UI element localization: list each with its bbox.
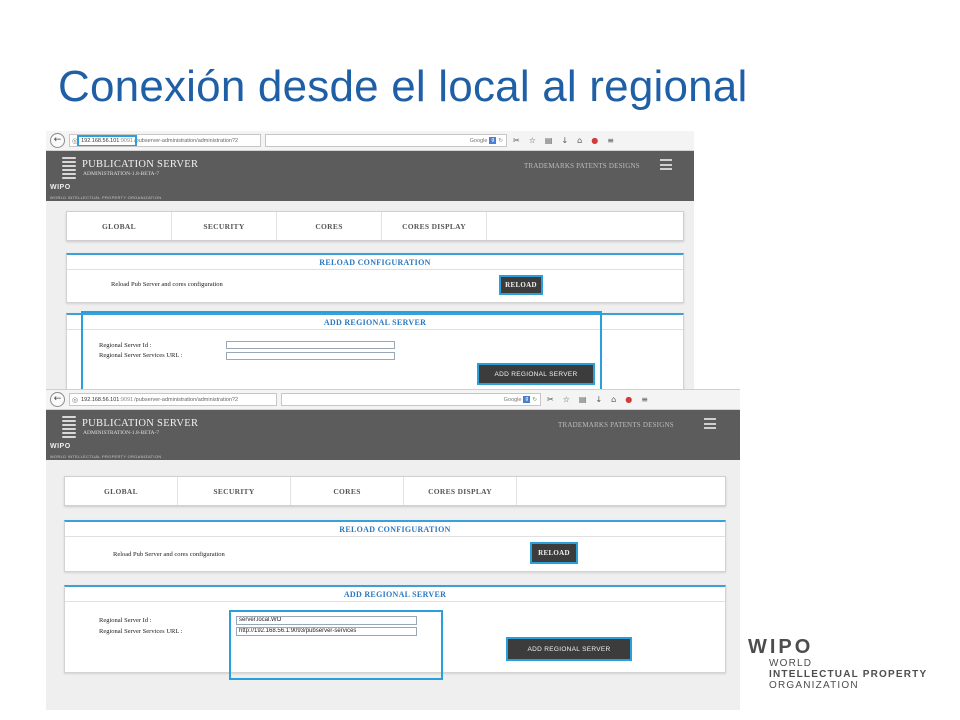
tab-global[interactable]: GLOBAL bbox=[65, 477, 178, 505]
slide-title: Conexión desde el local al regional bbox=[58, 62, 748, 111]
scissors-icon[interactable]: ✂ bbox=[513, 136, 520, 145]
highlight-box-form bbox=[81, 311, 602, 390]
search-bar[interactable]: Google g ↻ bbox=[281, 393, 541, 406]
clipboard-icon[interactable]: ▤ bbox=[579, 395, 587, 404]
clipboard-icon[interactable]: ▤ bbox=[545, 136, 553, 145]
app-header: WIPO WORLD INTELLECTUAL PROPERTY ORGANIZ… bbox=[46, 410, 740, 460]
panel-title: ADD REGIONAL SERVER bbox=[343, 590, 447, 599]
tab-global[interactable]: GLOBAL bbox=[67, 212, 172, 240]
adblock-icon[interactable]: ● bbox=[625, 395, 632, 404]
highlight-box-fields bbox=[229, 610, 443, 680]
reload-button[interactable]: RELOAD bbox=[530, 542, 578, 564]
browser-toolbar: ✂ ☆ ▤ ↓ ⌂ ● ≡ bbox=[547, 395, 657, 404]
app-version: ADMINISTRATION-1.8-BETA-7 bbox=[83, 430, 160, 436]
reload-page-icon[interactable]: ↻ bbox=[532, 397, 537, 403]
hamburger-menu-icon[interactable] bbox=[704, 418, 716, 429]
tabs-bar: GLOBAL SECURITY CORES CORES DISPLAY bbox=[64, 476, 726, 506]
app-title: PUBLICATION SERVER bbox=[82, 418, 199, 429]
search-engine-label: Google bbox=[469, 137, 488, 144]
search-engine-label: Google bbox=[503, 396, 522, 403]
wipo-brand-logo: WIPO WORLD INTELLECTUAL PROPERTY ORGANIZ… bbox=[748, 636, 948, 691]
tab-cores[interactable]: CORES bbox=[291, 477, 404, 505]
reload-description: Reload Pub Server and cores configuratio… bbox=[113, 551, 225, 558]
brand-wipo-wordmark: WIPO bbox=[748, 636, 814, 658]
search-bar[interactable]: Google g ↻ bbox=[265, 134, 507, 147]
url-bar[interactable]: ◎ 192.168.56.101:9091 /pubserver-adminis… bbox=[69, 393, 277, 406]
menu-icon[interactable]: ≡ bbox=[607, 136, 614, 145]
browser-window-local: ← ◎ 192.168.56.101:9091 /pubserver-admin… bbox=[46, 131, 694, 390]
reload-button[interactable]: RELOAD bbox=[499, 275, 543, 295]
brand-line-organization: ORGANIZATION bbox=[769, 680, 859, 691]
tab-security[interactable]: SECURITY bbox=[178, 477, 291, 505]
add-regional-server-button[interactable]: ADD REGIONAL SERVER bbox=[506, 637, 632, 661]
brand-line-intellectual-property: INTELLECTUAL PROPERTY bbox=[769, 669, 928, 680]
globe-icon: ◎ bbox=[72, 395, 79, 404]
hamburger-menu-icon[interactable] bbox=[660, 159, 672, 170]
google-icon: g bbox=[523, 396, 531, 403]
app-title: PUBLICATION SERVER bbox=[82, 159, 199, 170]
tab-cores-display[interactable]: CORES DISPLAY bbox=[404, 477, 517, 505]
tab-security[interactable]: SECURITY bbox=[172, 212, 277, 240]
star-icon[interactable]: ☆ bbox=[529, 136, 536, 145]
tab-cores-display[interactable]: CORES DISPLAY bbox=[382, 212, 487, 240]
menu-icon[interactable]: ≡ bbox=[641, 395, 648, 404]
globe-icon: ◎ bbox=[72, 136, 79, 145]
browser-toolbar: ✂ ☆ ▤ ↓ ⌂ ● ≡ bbox=[513, 136, 623, 145]
home-icon[interactable]: ⌂ bbox=[577, 136, 582, 145]
home-icon[interactable]: ⌂ bbox=[611, 395, 616, 404]
url-bar[interactable]: ◎ 192.168.56.101:9091 /pubserver-adminis… bbox=[69, 134, 261, 147]
scissors-icon[interactable]: ✂ bbox=[547, 395, 554, 404]
reload-configuration-panel: RELOAD CONFIGURATION Reload Pub Server a… bbox=[66, 253, 684, 303]
app-version: ADMINISTRATION-1.8-BETA-7 bbox=[83, 171, 160, 177]
app-header: WIPO WORLD INTELLECTUAL PROPERTY ORGANIZ… bbox=[46, 151, 694, 201]
star-icon[interactable]: ☆ bbox=[563, 395, 570, 404]
download-icon[interactable]: ↓ bbox=[561, 136, 568, 145]
panel-title: RELOAD CONFIGURATION bbox=[319, 258, 431, 267]
header-links[interactable]: TRADEMARKS PATENTS DESIGNS bbox=[558, 421, 674, 429]
header-links[interactable]: TRADEMARKS PATENTS DESIGNS bbox=[524, 162, 640, 170]
download-icon[interactable]: ↓ bbox=[595, 395, 602, 404]
wipo-tagline: WORLD INTELLECTUAL PROPERTY ORGANIZATION bbox=[50, 454, 162, 459]
adblock-icon[interactable]: ● bbox=[591, 136, 598, 145]
panel-title: RELOAD CONFIGURATION bbox=[339, 525, 451, 534]
tabs-bar: GLOBAL SECURITY CORES CORES DISPLAY bbox=[66, 211, 684, 241]
tab-cores[interactable]: CORES bbox=[277, 212, 382, 240]
browser-navbar: ← ◎ 192.168.56.101:9091 /pubserver-admin… bbox=[46, 390, 740, 410]
browser-navbar: ← ◎ 192.168.56.101:9091 /pubserver-admin… bbox=[46, 131, 694, 151]
url-host: 192.168.56.101:9091 bbox=[81, 396, 134, 403]
browser-window-regional: ← ◎ 192.168.56.101:9091 /pubserver-admin… bbox=[46, 389, 740, 710]
url-path: /pubserver-administration/administration… bbox=[134, 137, 239, 144]
google-icon: g bbox=[489, 137, 497, 144]
reload-description: Reload Pub Server and cores configuratio… bbox=[111, 281, 223, 288]
wipo-tagline: WORLD INTELLECTUAL PROPERTY ORGANIZATION bbox=[50, 195, 162, 200]
back-icon[interactable]: ← bbox=[50, 133, 65, 148]
brand-line-world: WORLD bbox=[769, 658, 813, 669]
reload-configuration-panel: RELOAD CONFIGURATION Reload Pub Server a… bbox=[64, 520, 726, 572]
url-host-highlighted: 192.168.56.101:9091 bbox=[77, 135, 138, 146]
regional-id-label: Regional Server Id : bbox=[99, 617, 152, 624]
reload-page-icon[interactable]: ↻ bbox=[498, 138, 503, 144]
url-path: /pubserver-administration/administration… bbox=[134, 396, 239, 403]
regional-url-label: Regional Server Services URL : bbox=[99, 628, 183, 635]
back-icon[interactable]: ← bbox=[50, 392, 65, 407]
